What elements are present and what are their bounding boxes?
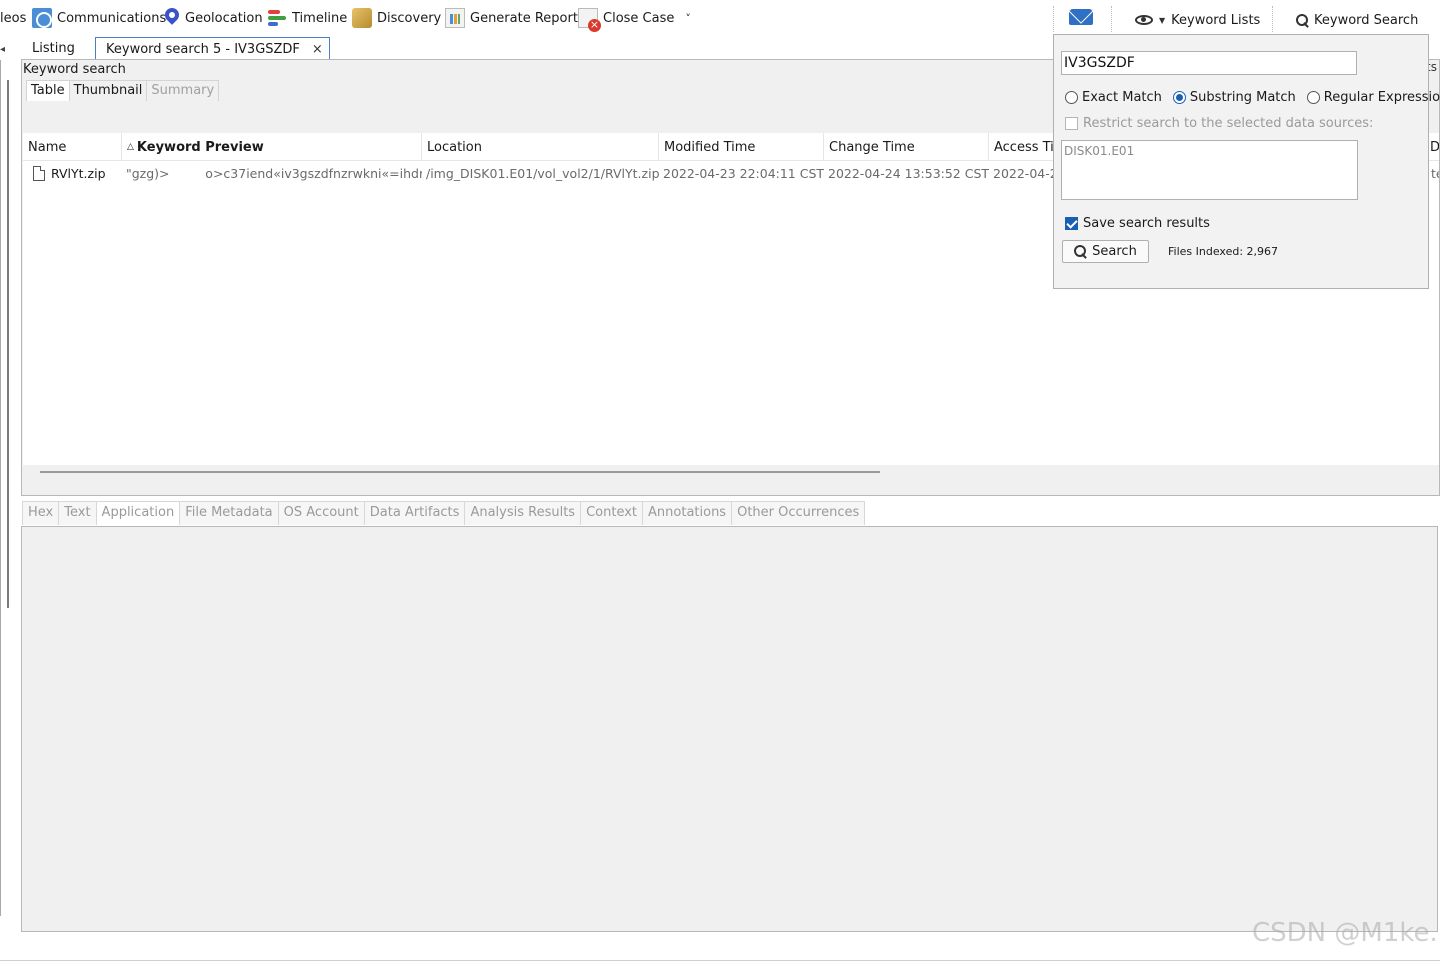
toolbar-communications-label: Communications [57,10,167,26]
file-icon [33,165,45,181]
tab-annotations[interactable]: Annotations [642,501,733,525]
tab-application[interactable]: Application [95,501,181,525]
left-splitter[interactable] [7,80,9,608]
tab-file-metadata[interactable]: File Metadata [179,501,279,525]
tab-context[interactable]: Context [580,501,644,525]
save-search-results-option: Save search results [1065,216,1210,231]
keyword-lists-label: Keyword Lists [1171,12,1261,28]
toolbar-generate-report-label: Generate Report [470,10,578,26]
save-search-results-checkbox[interactable] [1065,217,1078,230]
content-viewer-panel [21,526,1438,932]
column-header-name[interactable]: Name [23,133,122,161]
exact-match-radio[interactable] [1065,91,1078,104]
sort-ascending-icon: △ [127,142,134,152]
exact-match-label[interactable]: Exact Match [1082,90,1162,105]
match-type-options: Exact Match Substring Match Regular Expr… [1065,90,1440,105]
toolbar-communications-button[interactable]: Communications [32,6,166,30]
toolbar-separator [1111,6,1112,32]
left-edge-divider [0,60,1,916]
main-toolbar: leos Communications Geolocation Timeline… [0,0,1440,36]
substring-match-radio[interactable] [1172,91,1186,104]
data-sources-list: DISK01.E01 [1061,140,1358,200]
discovery-icon [352,8,372,28]
toolbar-close-case-label: Close Case [603,10,675,26]
email-icon[interactable] [1069,9,1093,25]
keyword-search-popup: Exact Match Substring Match Regular Expr… [1053,34,1440,289]
toolbar-geolocation-label: Geolocation [185,10,263,26]
column-header-keyword-preview-label: Keyword Preview [136,139,264,155]
column-header-location[interactable]: Location [422,133,659,161]
horizontal-scrollbar[interactable] [40,471,880,473]
keyword-lists-button[interactable]: ▼ Keyword Lists [1135,8,1260,32]
toolbar-timeline-label: Timeline [292,10,348,26]
tab-hex[interactable]: Hex [22,501,60,525]
column-header-modified-time[interactable]: Modified Time [659,133,824,161]
toolbar-overflow-icon[interactable]: ˅ [685,12,691,25]
search-button[interactable]: Search [1062,240,1149,263]
communications-icon [32,8,52,28]
result-panel-title: Keyword search [23,62,126,77]
tab-data-artifacts[interactable]: Data Artifacts [363,501,466,525]
cell-modified-time: 2022-04-23 22:04:11 CST [663,165,824,181]
column-header-access-time[interactable]: Access Tim [989,133,1059,161]
column-header-right-edge[interactable]: D [1428,133,1439,161]
cell-access-time: 2022-04-24 [993,165,1059,181]
dropdown-triangle-icon: ▼ [1159,15,1166,25]
watermark: CSDN @M1ke. [1252,918,1438,948]
toolbar-separator [1272,6,1273,32]
close-tab-icon[interactable]: × [312,42,323,57]
cell-name: RVlYt.zip [29,162,122,184]
result-view-tabs: Table Thumbnail Summary [26,80,220,101]
tab-text[interactable]: Text [58,501,97,525]
data-source-item: DISK01.E01 [1064,144,1135,158]
eye-icon [1135,15,1153,25]
column-header-keyword-preview[interactable]: △ Keyword Preview [122,133,422,161]
collapse-arrow-icon[interactable]: ◂ [0,44,5,55]
tab-other-occurrences[interactable]: Other Occurrences [731,501,866,525]
restrict-data-sources-checkbox [1065,117,1078,130]
regular-expression-radio[interactable] [1306,91,1320,104]
close-case-icon [578,8,601,32]
tab-analysis-results[interactable]: Analysis Results [464,501,582,525]
cell-keyword-preview: "gzg)> o>c37iend«iv3gszdfnzrwkni«=ihdrid… [126,165,422,181]
toolbar-timeline-button[interactable]: Timeline [267,6,347,30]
keyword-search-input[interactable] [1061,51,1357,75]
bottom-divider [0,960,1440,961]
keyword-search-label: Keyword Search [1314,12,1419,28]
geolocation-pin-icon [164,8,180,28]
tab-keyword-search[interactable]: Keyword search 5 - IV3GSZDF × [95,37,330,60]
cell-change-time: 2022-04-24 13:53:52 CST [828,165,989,181]
toolbar-separator [1053,6,1054,32]
save-search-results-label[interactable]: Save search results [1083,216,1210,231]
tab-keyword-search-label: Keyword search 5 - IV3GSZDF [106,41,300,57]
tab-os-account[interactable]: OS Account [277,501,365,525]
search-icon [1074,245,1087,258]
report-chart-icon [445,8,465,28]
toolbar-generate-report-button[interactable]: Generate Report [445,6,578,30]
cell-name-text: RVlYt.zip [51,165,106,181]
keyword-search-button[interactable]: Keyword Search [1296,8,1418,32]
toolbar-close-case-button[interactable]: Close Case ˅ [578,6,691,32]
tab-listing-label: Listing [32,41,75,56]
search-icon [1296,13,1309,27]
timeline-icon [267,8,287,28]
subtab-thumbnail[interactable]: Thumbnail [68,80,148,101]
toolbar-geolocation-button[interactable]: Geolocation [164,6,263,30]
substring-match-label[interactable]: Substring Match [1190,90,1296,105]
files-indexed-count: Files Indexed: 2,967 [1168,245,1279,258]
regular-expression-label[interactable]: Regular Expression [1324,90,1440,105]
toolbar-discovery-label: Discovery [377,10,442,26]
search-button-label: Search [1092,244,1137,259]
toolbar-videos-label: leos [0,10,27,26]
subtab-table[interactable]: Table [26,80,70,101]
column-header-change-time[interactable]: Change Time [824,133,989,161]
subtab-summary: Summary [146,80,220,101]
toolbar-videos-button[interactable]: leos [0,6,26,30]
toolbar-discovery-button[interactable]: Discovery [352,6,441,30]
cell-location: /img_DISK01.E01/vol_vol2/1/RVlYt.zip [426,165,659,181]
content-viewer-tabs: Hex Text Application File Metadata OS Ac… [22,501,866,525]
tab-listing[interactable]: Listing [22,37,85,60]
restrict-data-sources-option: Restrict search to the selected data sou… [1065,116,1373,131]
restrict-data-sources-label: Restrict search to the selected data sou… [1083,116,1374,131]
